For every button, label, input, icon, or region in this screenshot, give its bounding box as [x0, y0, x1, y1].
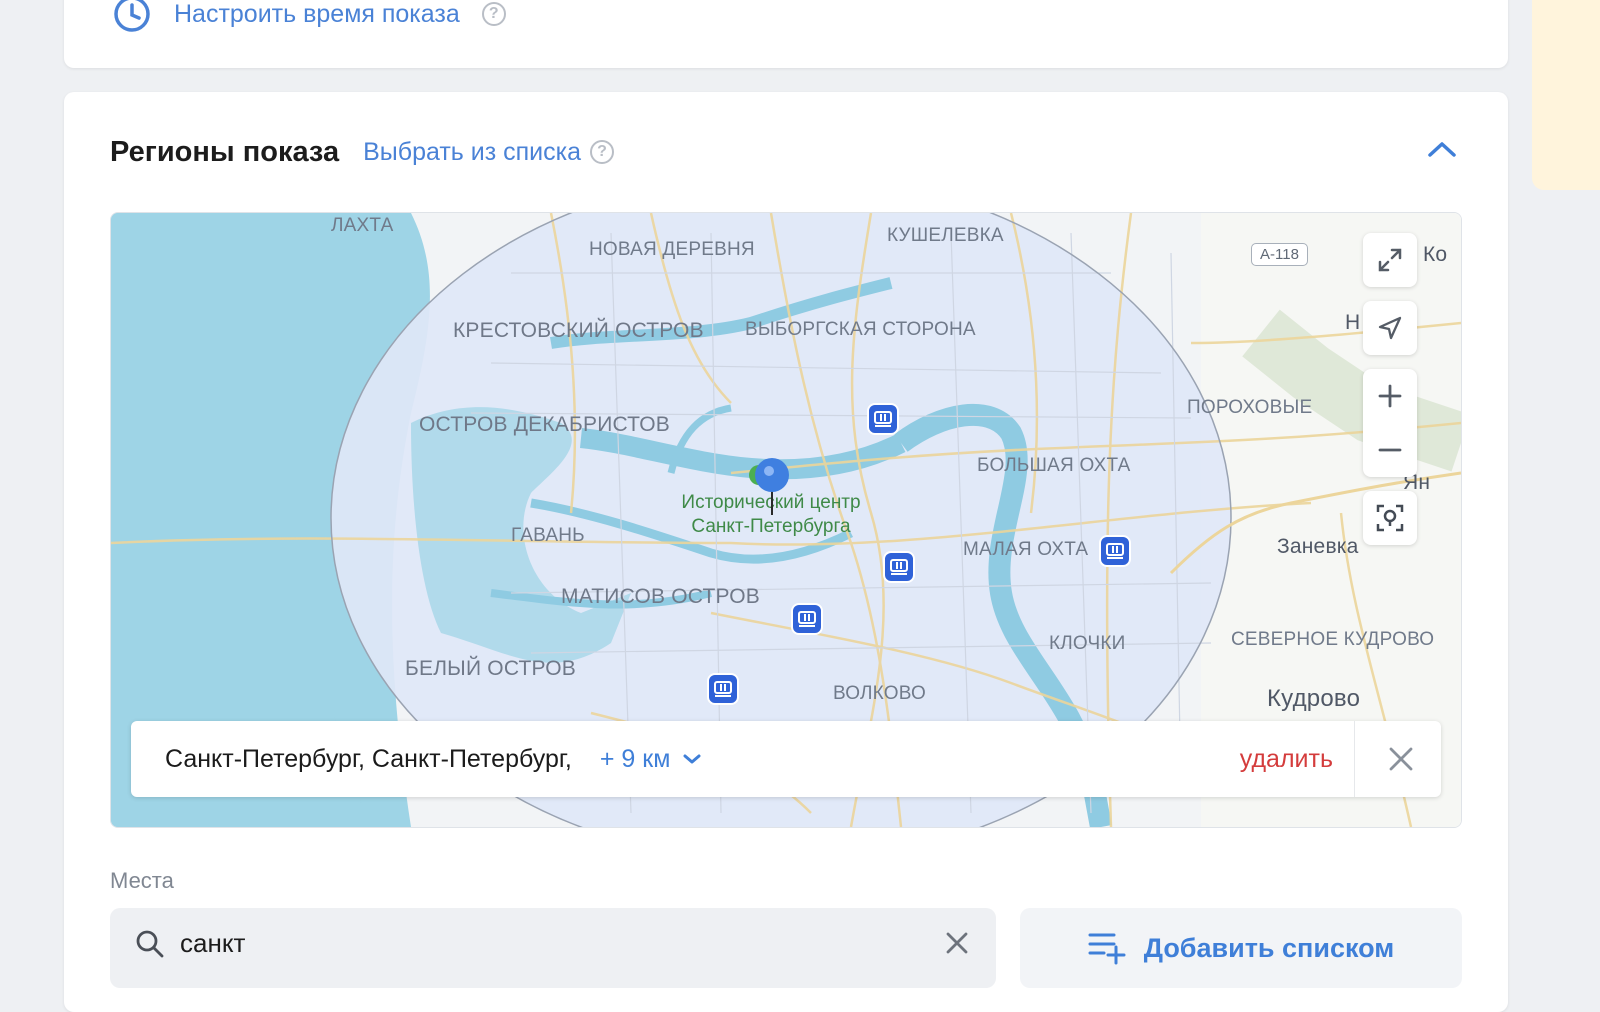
metro-icon	[1099, 535, 1131, 567]
map-label: Ко	[1423, 243, 1448, 266]
regions-title: Регионы показа	[110, 135, 340, 168]
timing-row[interactable]: Настроить время показа ?	[112, 0, 506, 34]
zoom-in-button[interactable]	[1363, 369, 1417, 423]
timing-link[interactable]: Настроить время показа	[174, 0, 460, 29]
clock-icon	[114, 0, 150, 32]
map-label: Н	[1345, 311, 1361, 334]
plus-icon	[1378, 384, 1402, 408]
map-label: БОЛЬШАЯ ОХТА	[977, 455, 1131, 476]
map-label: КУШЕЛЕВКА	[887, 225, 1004, 246]
regions-header: Регионы показа Выбрать из списка ?	[110, 132, 615, 172]
metro-icon	[707, 673, 739, 705]
radius-dropdown[interactable]: + 9 км	[600, 745, 703, 774]
map-label: ВОЛКОВО	[833, 683, 926, 704]
help-icon[interactable]: ?	[481, 2, 506, 26]
map-label: ЛАХТА	[331, 215, 394, 236]
locate-button[interactable]	[1363, 491, 1417, 545]
places-label: Места	[110, 868, 174, 893]
map-label: Кудрово	[1267, 685, 1361, 712]
metro-icon	[867, 403, 899, 435]
map-label: ВЫБОРГСКАЯ СТОРОНА	[745, 319, 976, 340]
chevron-up-icon[interactable]	[1424, 138, 1460, 160]
side-hint-panel	[1532, 0, 1600, 190]
region-map[interactable]: ЛАХТА НОВАЯ ДЕРЕВНЯ КУШЕЛЕВКА КРЕСТОВСКИ…	[110, 212, 1462, 828]
fullscreen-button[interactable]	[1363, 233, 1417, 287]
selected-region-bar: Санкт-Петербург, Санкт-Петербург, + 9 км…	[131, 721, 1441, 797]
clear-icon[interactable]	[942, 928, 972, 958]
metro-icon	[791, 603, 823, 635]
map-label: МАТИСОВ ОСТРОВ	[561, 585, 760, 608]
add-list-label[interactable]: Добавить списком	[1144, 933, 1394, 964]
map-label: Заневка	[1277, 535, 1359, 558]
region-name: Санкт-Петербург, Санкт-Петербург,	[165, 744, 572, 773]
metro-icon	[883, 551, 915, 583]
geolocation-control[interactable]	[1363, 301, 1417, 355]
poi-label-line: Санкт-Петербурга	[691, 516, 851, 537]
geolocation-button[interactable]	[1363, 301, 1417, 355]
select-from-list-label[interactable]: Выбрать из списка	[363, 138, 581, 167]
map-label: КЛОЧКИ	[1049, 633, 1126, 654]
map-label: БЕЛЫЙ ОСТРОВ	[405, 657, 577, 680]
search-value[interactable]: санкт	[180, 928, 245, 959]
places-search-input[interactable]: санкт	[110, 908, 996, 988]
chevron-down-icon	[683, 754, 701, 764]
location-pin-icon	[749, 458, 789, 515]
search-icon	[136, 930, 164, 958]
map-label: НОВАЯ ДЕРЕВНЯ	[589, 239, 755, 260]
radius-value[interactable]: + 9 км	[600, 745, 671, 774]
focus-pin-icon	[1376, 504, 1404, 532]
map-label: МАЛАЯ ОХТА	[963, 539, 1089, 560]
playlist-add-icon	[1088, 933, 1126, 965]
delete-region-link[interactable]: удалить	[1240, 745, 1333, 774]
map-label: КРЕСТОВСКИЙ ОСТРОВ	[453, 319, 704, 342]
add-list-button[interactable]: Добавить списком	[1020, 908, 1462, 988]
close-icon[interactable]	[1383, 741, 1419, 777]
map-label: ГАВАНЬ	[511, 525, 585, 546]
regions-card: Регионы показа Выбрать из списка ? ЛАХТА…	[64, 92, 1508, 1012]
road-number-badge: А-118	[1251, 243, 1308, 266]
fullscreen-control[interactable]	[1363, 233, 1417, 287]
select-from-list-link[interactable]: Выбрать из списка ?	[363, 138, 615, 167]
divider	[1354, 721, 1355, 797]
help-icon[interactable]: ?	[590, 140, 615, 164]
navigation-arrow-icon	[1378, 316, 1402, 340]
timing-card: Настроить время показа ?	[64, 0, 1508, 68]
locate-control[interactable]	[1363, 491, 1417, 545]
minus-icon	[1378, 448, 1402, 452]
map-label: СЕВЕРНОЕ КУДРОВО	[1231, 629, 1435, 650]
expand-icon	[1378, 248, 1402, 272]
zoom-control[interactable]	[1363, 369, 1417, 477]
zoom-out-button[interactable]	[1363, 423, 1417, 477]
map-label: ОСТРОВ ДЕКАБРИСТОВ	[419, 413, 670, 436]
map-label: ПОРОХОВЫЕ	[1187, 397, 1313, 418]
